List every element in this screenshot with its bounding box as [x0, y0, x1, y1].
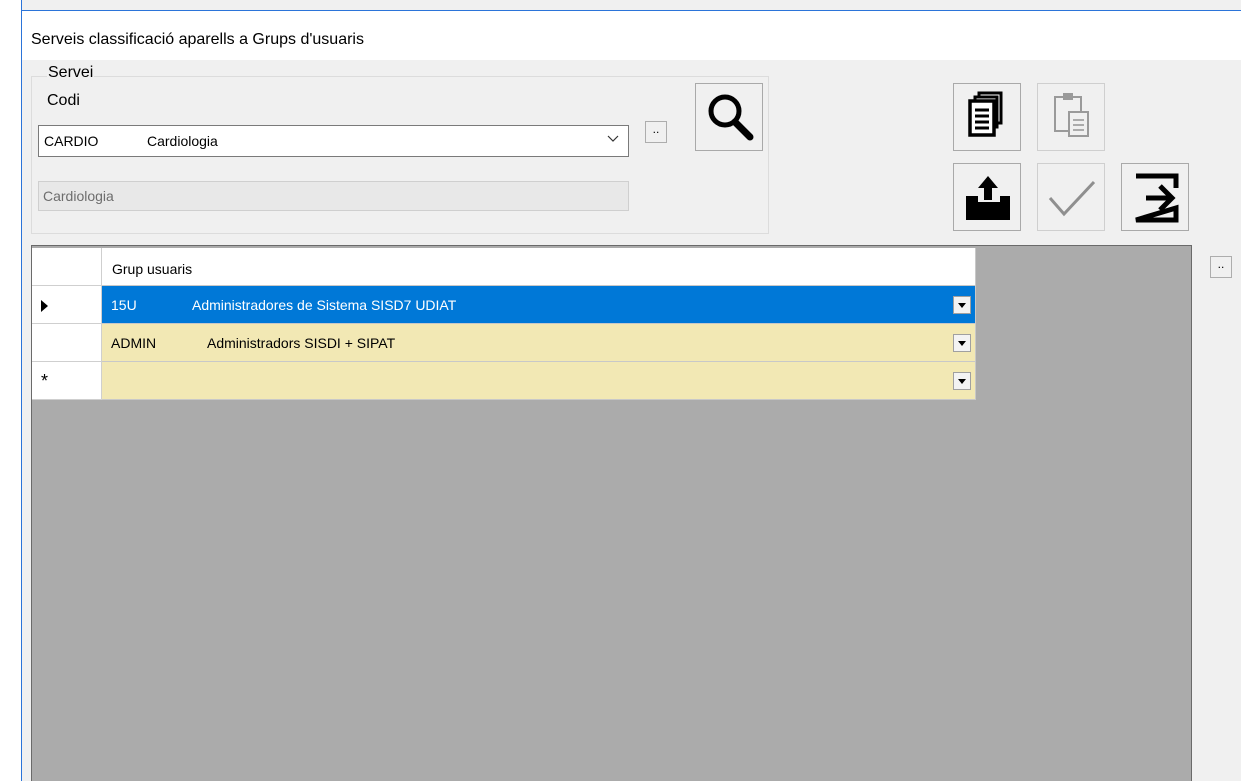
table-row[interactable]: 15U Administradores de Sistema SISD7 UDI…	[32, 286, 976, 324]
row-header-current[interactable]	[32, 286, 102, 324]
paste-icon	[1054, 93, 1089, 137]
chevron-down-icon[interactable]	[606, 132, 620, 146]
grup-code: 15U	[111, 297, 137, 313]
window-title: Serveis classificació aparells a Grups d…	[31, 31, 364, 48]
dropdown-arrow-icon	[958, 341, 966, 346]
grup-name: Administradores de Sistema SISD7 UDIAT	[192, 297, 457, 313]
grup-usuaris-cell[interactable]: ADMIN Administradors SISDI + SIPAT	[102, 324, 976, 362]
servei-combo-name: Cardiologia	[147, 133, 218, 149]
exit-icon	[1135, 173, 1179, 223]
table-row[interactable]: ADMIN Administradors SISDI + SIPAT	[32, 324, 976, 362]
servei-description-field: Cardiologia	[38, 181, 629, 211]
exit-button[interactable]	[1121, 163, 1189, 231]
codi-label: Codi	[47, 92, 80, 109]
dropdown-arrow-icon	[958, 303, 966, 308]
grid-header-row: Grup usuaris	[32, 248, 976, 286]
copy-icon	[968, 91, 1003, 137]
new-row[interactable]: *	[32, 362, 976, 400]
cell-dropdown-button[interactable]	[953, 296, 971, 314]
servei-combo[interactable]: CARDIO Cardiologia	[38, 125, 629, 157]
cell-dropdown-button[interactable]	[953, 372, 971, 390]
window-titlebar: Serveis classificació aparells a Grups d…	[22, 10, 1241, 60]
new-row-marker: *	[41, 371, 49, 391]
grid-side-button[interactable]: ..	[1210, 256, 1232, 278]
grup-name: Administradors SISDI + SIPAT	[207, 335, 396, 351]
export-icon	[966, 176, 1010, 220]
search-icon	[708, 94, 754, 141]
grup-usuaris-cell-new[interactable]	[102, 362, 976, 400]
accept-button[interactable]	[1037, 163, 1105, 231]
paste-button[interactable]	[1037, 83, 1105, 151]
servei-combo-code: CARDIO	[44, 133, 99, 149]
window-left-frame	[0, 0, 22, 781]
servei-browse-button[interactable]: ..	[645, 121, 667, 143]
current-row-arrow-icon	[41, 300, 48, 312]
servei-group-label: Servei	[47, 64, 95, 82]
servei-description-text: Cardiologia	[43, 188, 114, 204]
column-header-label: Grup usuaris	[112, 261, 193, 277]
row-header-new[interactable]: *	[32, 362, 102, 400]
grid-corner-cell	[32, 248, 102, 286]
dropdown-arrow-icon	[958, 379, 966, 384]
window-border	[21, 0, 22, 781]
cell-dropdown-button[interactable]	[953, 334, 971, 352]
copy-button[interactable]	[953, 83, 1021, 151]
search-button[interactable]	[695, 83, 763, 151]
column-header-grup-usuaris[interactable]: Grup usuaris	[102, 248, 976, 286]
check-icon	[1048, 180, 1096, 217]
grup-usuaris-cell[interactable]: 15U Administradores de Sistema SISD7 UDI…	[102, 286, 976, 324]
export-button[interactable]	[953, 163, 1021, 231]
grup-code: ADMIN	[111, 335, 157, 351]
row-header[interactable]	[32, 324, 102, 362]
